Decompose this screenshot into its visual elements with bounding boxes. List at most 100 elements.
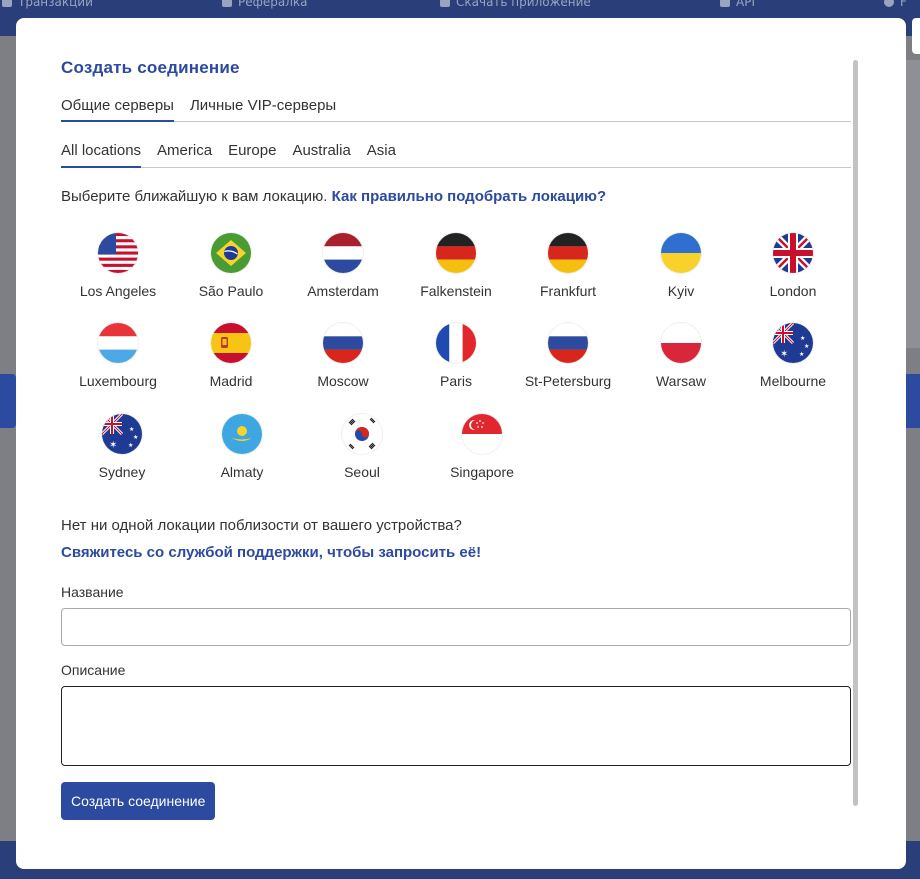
nav-download-app[interactable]: Скачать приложение: [440, 0, 591, 9]
location-seoul[interactable]: Seoul: [306, 414, 418, 480]
tab-all-locations[interactable]: All locations: [61, 142, 142, 168]
kazakhstan-flag-icon: [222, 414, 262, 454]
location-label: Los Angeles: [79, 283, 157, 299]
australia-flag-icon: ✶ ★ ★ ★: [773, 323, 813, 363]
location-label: Frankfurt: [539, 283, 596, 299]
list-icon: [2, 0, 12, 7]
help-icon: [884, 0, 894, 7]
region-tabs: All locations America Europe Australia A…: [61, 142, 851, 168]
location-sao-paulo[interactable]: São Paulo: [175, 233, 287, 299]
australia-flag-icon: ✶ ★ ★ ★: [102, 414, 142, 454]
nav-referral[interactable]: Рефералка: [222, 0, 308, 9]
description-label: Описание: [61, 662, 126, 678]
location-label: Luxembourg: [79, 373, 157, 389]
tab-asia[interactable]: Asia: [367, 142, 396, 167]
ukraine-flag-icon: [661, 233, 701, 273]
russia-flag-icon: [323, 323, 363, 363]
location-almaty[interactable]: Almaty: [186, 414, 298, 480]
tab-europe[interactable]: Europe: [228, 142, 276, 167]
location-label: Madrid: [209, 373, 253, 389]
location-madrid[interactable]: Madrid: [175, 323, 287, 389]
location-label: São Paulo: [198, 283, 264, 299]
bg-panel: [906, 374, 920, 428]
svg-text:✶: ✶: [780, 349, 788, 360]
phone-icon: [440, 0, 450, 7]
location-st-petersburg[interactable]: St-Petersburg: [512, 323, 624, 389]
nav-help[interactable]: F: [884, 0, 907, 9]
svg-text:★: ★: [133, 434, 138, 441]
location-grid: Los Angeles São Paulo Amsterdam Falkenst…: [61, 233, 851, 509]
bg-panel: [912, 18, 920, 54]
location-label: Almaty: [220, 464, 264, 480]
contact-support-link[interactable]: Свяжитесь со службой поддержки, чтобы за…: [61, 544, 851, 561]
location-luxembourg[interactable]: Luxembourg: [62, 323, 174, 389]
location-label: Melbourne: [759, 373, 827, 389]
location-label: Warsaw: [655, 373, 707, 389]
modal-scrollbar[interactable]: [853, 60, 858, 806]
location-sydney[interactable]: ✶ ★ ★ ★ Sydney: [66, 414, 178, 480]
location-label: Paris: [440, 373, 472, 389]
location-label: Amsterdam: [307, 283, 379, 299]
location-label: Moscow: [317, 373, 369, 389]
tab-shared-servers[interactable]: Общие серверы: [61, 97, 174, 122]
server-type-tabs: Общие серверы Личные VIP-серверы: [61, 97, 851, 122]
hint-text: Выберите ближайшую к вам локацию.: [61, 188, 332, 205]
name-label: Название: [61, 584, 124, 600]
description-textarea[interactable]: [61, 686, 851, 766]
location-los-angeles[interactable]: Los Angeles: [62, 233, 174, 299]
bg-panel: [0, 374, 16, 428]
location-moscow[interactable]: Moscow: [287, 323, 399, 389]
svg-text:★: ★: [128, 442, 133, 449]
luxembourg-flag-icon: [98, 323, 138, 363]
api-icon: [720, 0, 730, 7]
location-falkenstein[interactable]: Falkenstein: [400, 233, 512, 299]
nav-api[interactable]: API: [720, 0, 755, 9]
no-location-text: Нет ни одной локации поблизости от вашег…: [61, 517, 462, 534]
modal-content: Создать соединение Общие серверы Личные …: [61, 58, 851, 820]
location-label: Kyiv: [667, 283, 695, 299]
location-frankfurt[interactable]: Frankfurt: [512, 233, 624, 299]
modal-title: Создать соединение: [61, 58, 240, 77]
singapore-flag-icon: [462, 414, 502, 454]
location-label: London: [769, 283, 817, 299]
tab-vip-servers[interactable]: Личные VIP-серверы: [190, 97, 336, 121]
location-paris[interactable]: Paris: [400, 323, 512, 389]
location-amsterdam[interactable]: Amsterdam: [287, 233, 399, 299]
location-help-link[interactable]: Как правильно подобрать локацию?: [332, 188, 606, 205]
spain-flag-icon: [211, 323, 251, 363]
poland-flag-icon: [661, 323, 701, 363]
korea-flag-icon: [342, 414, 382, 454]
location-label: Sydney: [98, 464, 146, 480]
svg-text:★: ★: [799, 351, 804, 358]
svg-text:★: ★: [129, 426, 134, 433]
location-hint: Выберите ближайшую к вам локацию. Как пр…: [61, 188, 851, 205]
gift-icon: [222, 0, 232, 7]
location-label: Seoul: [344, 464, 380, 480]
location-warsaw[interactable]: Warsaw: [625, 323, 737, 389]
svg-text:✶: ✶: [109, 440, 117, 451]
location-singapore[interactable]: Singapore: [426, 414, 538, 480]
location-label: Falkenstein: [420, 283, 492, 299]
location-melbourne[interactable]: ✶ ★ ★ ★ Melbourne: [737, 323, 849, 389]
germany-flag-icon: [548, 233, 588, 273]
name-input[interactable]: [61, 608, 851, 646]
svg-text:★: ★: [800, 335, 805, 342]
create-connection-modal: Создать соединение Общие серверы Личные …: [16, 18, 906, 869]
russia-flag-icon: [548, 323, 588, 363]
uk-flag-icon: [773, 233, 813, 273]
tab-america[interactable]: America: [157, 142, 212, 167]
location-london[interactable]: London: [737, 233, 849, 299]
france-flag-icon: [436, 323, 476, 363]
bg-panel: [906, 60, 920, 348]
location-kyiv[interactable]: Kyiv: [625, 233, 737, 299]
nav-transactions[interactable]: Транзакции: [2, 0, 93, 9]
netherlands-flag-icon: [323, 233, 363, 273]
create-connection-button[interactable]: Создать соединение: [61, 782, 216, 820]
tab-australia[interactable]: Australia: [292, 142, 350, 167]
us-flag-icon: [98, 233, 138, 273]
location-label: St-Petersburg: [524, 373, 612, 389]
svg-text:★: ★: [804, 343, 809, 350]
location-label: Singapore: [450, 464, 514, 480]
brazil-flag-icon: [211, 233, 251, 273]
germany-flag-icon: [436, 233, 476, 273]
